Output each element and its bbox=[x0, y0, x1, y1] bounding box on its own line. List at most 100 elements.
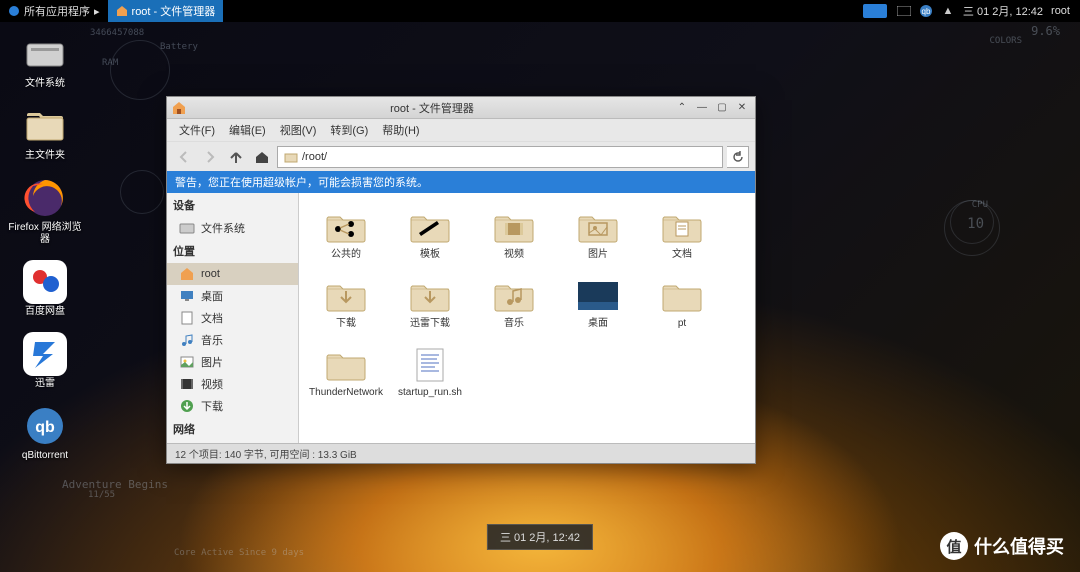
svg-text:qb: qb bbox=[35, 419, 55, 436]
panel-clock[interactable]: 三 01 2月, 12:42 bbox=[963, 3, 1043, 19]
all-apps-label: 所有应用程序 bbox=[24, 3, 90, 19]
maximize-button[interactable]: ▢ bbox=[713, 100, 731, 116]
watermark: 值 什么值得买 bbox=[940, 532, 1064, 560]
desktop-icon-home[interactable]: 主文件夹 bbox=[8, 100, 82, 166]
file-item[interactable]: pt bbox=[643, 272, 721, 333]
taskbar-item-filemanager[interactable]: root - 文件管理器 bbox=[108, 0, 224, 22]
hud-cpu-label: CPU bbox=[972, 200, 988, 210]
desktop-icon-label: 迅雷 bbox=[35, 378, 55, 390]
desktop-icon bbox=[179, 288, 195, 304]
file-label: 桌面 bbox=[588, 318, 608, 329]
panel-user[interactable]: root bbox=[1051, 5, 1070, 17]
file-item[interactable]: 桌面 bbox=[559, 272, 637, 333]
desktop-icon-firefox[interactable]: Firefox 网络浏览器 bbox=[8, 172, 82, 250]
menu-help[interactable]: 帮助(H) bbox=[376, 120, 425, 140]
sidebar-item-downloads[interactable]: 下载 bbox=[167, 395, 298, 417]
file-label: pt bbox=[678, 318, 686, 329]
file-item[interactable]: 图片 bbox=[559, 203, 637, 264]
desktop-icon-label: Firefox 网络浏览器 bbox=[8, 222, 82, 246]
file-label: ThunderNetwork bbox=[309, 387, 383, 398]
file-label: 下载 bbox=[336, 318, 356, 329]
sidebar-item-label: root bbox=[201, 268, 220, 280]
sidebar-item-documents[interactable]: 文档 bbox=[167, 307, 298, 329]
reload-icon bbox=[732, 151, 744, 163]
file-item[interactable]: ThunderNetwork bbox=[307, 341, 385, 402]
sidebar-item-root[interactable]: root bbox=[167, 263, 298, 285]
watermark-text: 什么值得买 bbox=[974, 533, 1064, 559]
sidebar-item-music[interactable]: 音乐 bbox=[167, 329, 298, 351]
status-text: 12 个项目: 140 字节, 可用空间 : 13.3 GiB bbox=[175, 446, 357, 461]
folder-icon bbox=[284, 150, 298, 164]
folder-icon bbox=[23, 108, 67, 144]
reload-button[interactable] bbox=[727, 146, 749, 168]
menu-view[interactable]: 视图(V) bbox=[274, 120, 323, 140]
file-label: 迅雷下载 bbox=[410, 318, 450, 329]
file-item[interactable]: 模板 bbox=[391, 203, 469, 264]
xunlei-icon bbox=[29, 338, 61, 370]
menu-file[interactable]: 文件(F) bbox=[173, 120, 221, 140]
file-item[interactable]: 迅雷下载 bbox=[391, 272, 469, 333]
desktop-icon-label: 主文件夹 bbox=[25, 150, 65, 162]
download-icon bbox=[179, 398, 195, 414]
file-label: 音乐 bbox=[504, 318, 524, 329]
titlebar[interactable]: root - 文件管理器 ⌃ — ▢ ✕ bbox=[167, 97, 755, 119]
menu-go[interactable]: 转到(G) bbox=[324, 120, 374, 140]
window-menu-button[interactable]: ⌃ bbox=[673, 100, 691, 116]
desktop-icon-label: 百度网盘 bbox=[25, 306, 65, 318]
qbittorrent-tray-icon[interactable]: qb bbox=[919, 4, 933, 18]
sidebar-item-filesystem[interactable]: 文件系统 bbox=[167, 217, 298, 239]
file-item[interactable]: 文档 bbox=[643, 203, 721, 264]
sidebar-item-label: 文件系统 bbox=[201, 220, 245, 236]
bottom-clock-widget[interactable]: 三 01 2月, 12:42 bbox=[487, 524, 593, 550]
file-manager-window: root - 文件管理器 ⌃ — ▢ ✕ 文件(F) 编辑(E) 视图(V) 转… bbox=[166, 96, 756, 464]
taskbar-item-label: root - 文件管理器 bbox=[132, 3, 216, 19]
file-label: startup_run.sh bbox=[398, 387, 462, 398]
hud-battery-label: Battery bbox=[160, 42, 198, 52]
file-label: 图片 bbox=[588, 249, 608, 260]
address-bar[interactable]: /root/ bbox=[277, 146, 723, 168]
sidebar-item-label: 视频 bbox=[201, 376, 223, 392]
file-item[interactable]: 公共的 bbox=[307, 203, 385, 264]
video-icon bbox=[179, 376, 195, 392]
music-icon bbox=[179, 332, 195, 348]
file-item[interactable]: startup_run.sh bbox=[391, 341, 469, 402]
folder-icon bbox=[575, 207, 621, 247]
sidebar-item-desktop[interactable]: 桌面 bbox=[167, 285, 298, 307]
qbittorrent-icon: qb bbox=[23, 404, 67, 448]
desktop-icon-qbittorrent[interactable]: qb qBittorrent bbox=[8, 400, 82, 466]
warning-text: 警告，您正在使用超级帐户，可能会损害您的系统。 bbox=[175, 174, 428, 190]
sidebar-item-label: 文档 bbox=[201, 310, 223, 326]
desktop-icon-label: qBittorrent bbox=[22, 450, 68, 462]
tray-workspace-indicator[interactable] bbox=[863, 4, 887, 18]
sidebar-header-places: 位置 bbox=[167, 239, 298, 263]
desktop-thumbnail-icon bbox=[575, 276, 621, 316]
desktop-icon-xunlei[interactable]: 迅雷 bbox=[8, 328, 82, 394]
sidebar-item-label: 桌面 bbox=[201, 288, 223, 304]
file-item[interactable]: 音乐 bbox=[475, 272, 553, 333]
menu-edit[interactable]: 编辑(E) bbox=[223, 120, 272, 140]
sidebar: 设备 文件系统 位置 root 桌面 文档 音乐 bbox=[167, 193, 299, 443]
home-button[interactable] bbox=[251, 146, 273, 168]
hud-circle bbox=[120, 170, 164, 214]
back-button[interactable] bbox=[173, 146, 195, 168]
folder-icon bbox=[323, 345, 369, 385]
hud-adventure-count: 11/55 bbox=[88, 490, 115, 500]
keyboard-icon[interactable] bbox=[897, 4, 911, 18]
file-label: 文档 bbox=[672, 249, 692, 260]
desktop-icon-baidu[interactable]: 百度网盘 bbox=[8, 256, 82, 322]
minimize-button[interactable]: — bbox=[693, 100, 711, 116]
sidebar-item-videos[interactable]: 视频 bbox=[167, 373, 298, 395]
sidebar-item-pictures[interactable]: 图片 bbox=[167, 351, 298, 373]
forward-button[interactable] bbox=[199, 146, 221, 168]
up-button[interactable] bbox=[225, 146, 247, 168]
close-button[interactable]: ✕ bbox=[733, 100, 751, 116]
file-item[interactable]: 下载 bbox=[307, 272, 385, 333]
all-apps-menu[interactable]: 所有应用程序 ▸ bbox=[0, 0, 108, 22]
notification-icon[interactable]: ▲ bbox=[941, 4, 955, 18]
arrow-left-icon bbox=[177, 150, 191, 164]
file-item[interactable]: 视频 bbox=[475, 203, 553, 264]
file-view[interactable]: 公共的模板视频图片 文档下载 迅雷下载 音乐 桌面 pt ThunderNetwork sta… bbox=[299, 193, 755, 443]
desktop-icon-filesystem[interactable]: 文件系统 bbox=[8, 28, 82, 94]
drive-icon bbox=[23, 36, 67, 72]
folder-icon bbox=[323, 207, 369, 247]
